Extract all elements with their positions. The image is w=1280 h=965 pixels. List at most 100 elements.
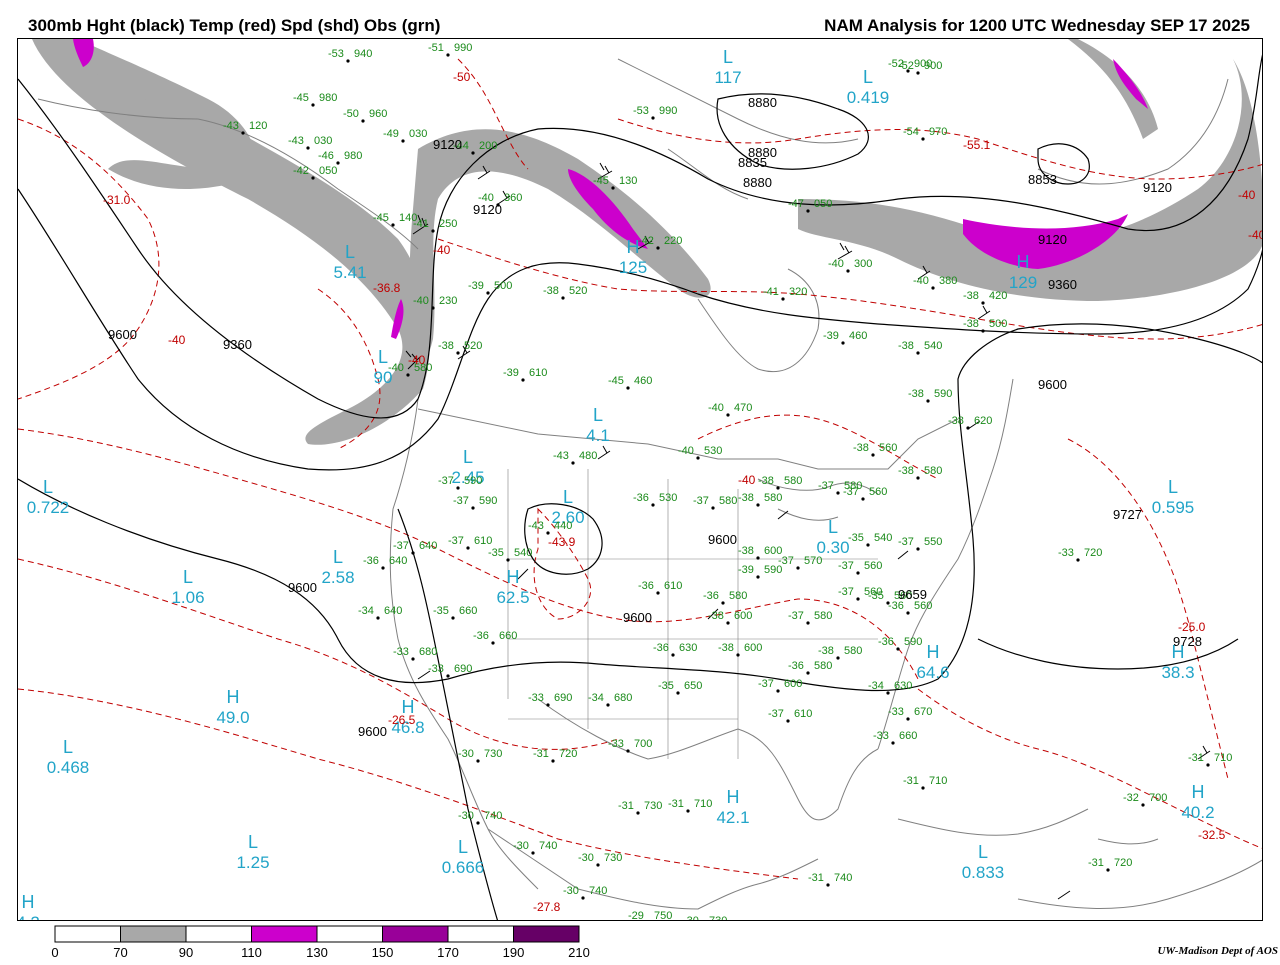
station-height: 580	[729, 590, 747, 602]
station-dot	[411, 551, 415, 555]
station-temp: -37	[838, 560, 854, 572]
height-label: 9120	[473, 202, 502, 217]
station-dot	[581, 896, 585, 900]
station-temp: -29	[628, 910, 644, 921]
temperature-label: -40	[168, 333, 186, 347]
station-dot	[891, 741, 895, 745]
station-temp: -37	[778, 555, 794, 567]
station-dot	[806, 209, 810, 213]
station-temp: -35	[868, 590, 884, 602]
station-temp: -36	[878, 636, 894, 648]
temperature-label: -40	[1248, 228, 1263, 242]
station-temp: -43	[553, 450, 569, 462]
station-temp: -33	[1058, 547, 1074, 559]
station-dot	[826, 883, 830, 887]
station-dot	[606, 703, 610, 707]
legend-tick-label: 170	[437, 945, 459, 960]
cuba	[897, 808, 1089, 836]
station-height: 580	[784, 475, 802, 487]
height-label: 9600	[108, 327, 137, 342]
station-temp: -37	[453, 495, 469, 507]
height-label: 8880	[743, 175, 772, 190]
station-height: 530	[659, 492, 677, 504]
station-temp: -36	[473, 630, 489, 642]
station-dot	[571, 461, 575, 465]
station-temp: -39	[823, 330, 839, 342]
center-value: 125	[619, 258, 647, 277]
station-temp: -33	[873, 730, 889, 742]
station-height: 730	[604, 852, 622, 864]
station-dot	[656, 591, 660, 595]
station-height: 470	[734, 402, 752, 414]
temperature-label: -55.1	[963, 138, 991, 152]
hispaniola	[1097, 838, 1159, 845]
height-label: 9120	[1038, 232, 1067, 247]
center-letter-l: L	[563, 487, 573, 507]
station-height: 030	[409, 128, 427, 140]
center-letter-l: L	[248, 832, 258, 852]
station-dot	[466, 546, 470, 550]
station-dot	[736, 653, 740, 657]
center-letter-l: L	[43, 477, 53, 497]
station-height: 660	[459, 605, 477, 617]
station-height: 610	[529, 367, 547, 379]
center-value: 0.666	[442, 858, 485, 877]
legend-tick-label: 210	[568, 945, 590, 960]
station-height: 230	[439, 295, 457, 307]
legend-tick-label: 0	[51, 945, 58, 960]
chart-title-right: NAM Analysis for 1200 UTC Wednesday SEP …	[824, 16, 1250, 35]
center-letter-h: H	[1192, 782, 1205, 802]
station-temp: -34	[588, 692, 604, 704]
height-label: 9600	[623, 610, 652, 625]
station-dot	[806, 621, 810, 625]
station-dot	[476, 759, 480, 763]
center-value: 40.2	[1181, 803, 1214, 822]
center-value: 117	[714, 68, 741, 87]
station-dot	[926, 399, 930, 403]
station-height: 520	[569, 285, 587, 297]
height-label: 9120	[1143, 180, 1172, 195]
weather-map: L0.419L5.41L4.1L2.45L0.722L2.60L2.58 H62.…	[18, 39, 1263, 921]
station-dot	[311, 176, 315, 180]
station-dot	[551, 759, 555, 763]
station-height: 580	[719, 495, 737, 507]
station-dot	[846, 269, 850, 273]
temperature-label: -25.0	[1178, 620, 1206, 634]
station-temp: -33	[393, 646, 409, 658]
station-dot	[856, 597, 860, 601]
legend-swatch	[120, 925, 187, 943]
station-dot	[521, 378, 525, 382]
center-value: 38.3	[1161, 663, 1194, 682]
station-temp: -37	[843, 486, 859, 498]
speed-legend-bar: 0 70 90 110 130 150 170 190 210	[51, 925, 590, 960]
station-temp: -40	[388, 362, 404, 374]
center-value: 129	[1009, 273, 1037, 292]
station-dot	[431, 229, 435, 233]
center-letter-h: H	[22, 892, 35, 912]
station-temp: -36	[788, 660, 804, 672]
station-temp: -36	[703, 590, 719, 602]
station-temp: -45	[373, 212, 389, 224]
station-temp: -38	[948, 415, 964, 427]
center-letter-l: L	[828, 517, 838, 537]
station-dot	[921, 786, 925, 790]
station-dot	[866, 543, 870, 547]
temperature-label: -36.8	[373, 281, 401, 295]
center-value: 49.0	[216, 708, 249, 727]
center-letter-l: L	[333, 547, 343, 567]
station-height: 580	[844, 645, 862, 657]
station-height: 710	[1214, 752, 1232, 764]
station-height: 540	[874, 532, 892, 544]
station-temp: -30	[683, 915, 699, 921]
station-dot	[886, 691, 890, 695]
station-dot	[776, 486, 780, 490]
station-temp: -30	[578, 852, 594, 864]
station-temp: -38	[818, 645, 834, 657]
station-dot	[671, 653, 675, 657]
legend-swatch	[513, 925, 580, 943]
station-height: 690	[554, 692, 572, 704]
center-value: 2.58	[321, 568, 354, 587]
station-height: 590	[934, 388, 952, 400]
geography-outlines	[37, 58, 1262, 910]
station-temp: -37	[838, 586, 854, 598]
